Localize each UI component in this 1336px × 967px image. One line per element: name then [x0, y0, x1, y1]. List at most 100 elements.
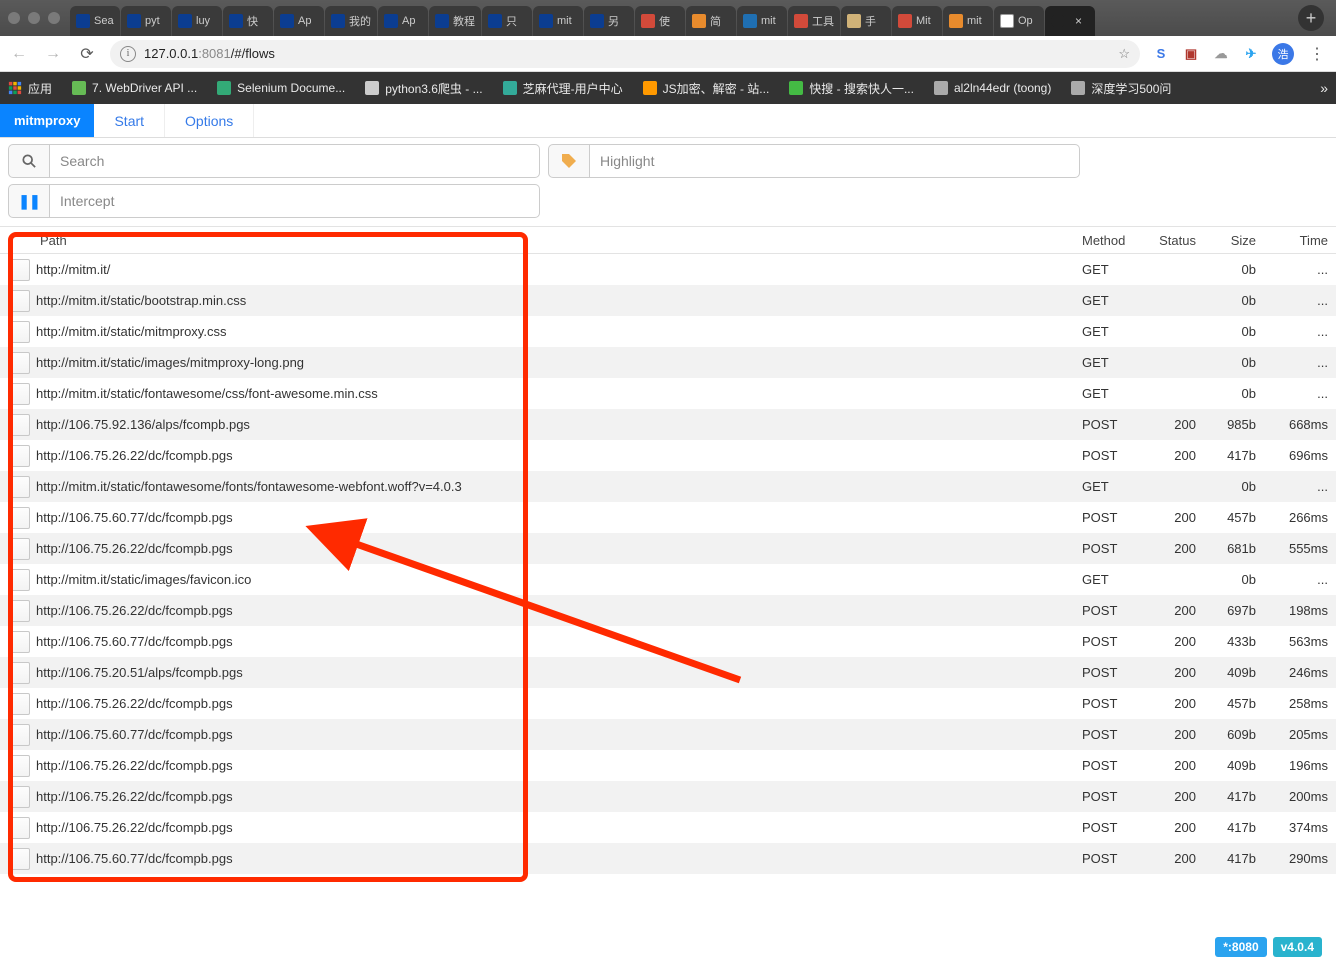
browser-tab[interactable]: 只 [482, 6, 532, 36]
version-badge: v4.0.4 [1273, 937, 1322, 957]
table-row[interactable]: http://106.75.92.136/alps/fcompb.pgsPOST… [0, 409, 1336, 440]
table-row[interactable]: http://mitm.it/static/fontawesome/css/fo… [0, 378, 1336, 409]
col-size[interactable]: Size [1204, 233, 1264, 248]
browser-tab[interactable]: mit [533, 6, 583, 36]
tab-label: 快 [247, 13, 258, 29]
browser-tab[interactable]: mit [943, 6, 993, 36]
browser-tab[interactable]: Mit [892, 6, 942, 36]
search-icon[interactable] [8, 144, 50, 178]
browser-tab[interactable]: 简 [686, 6, 736, 36]
back-button[interactable]: ← [8, 43, 30, 65]
browser-tab[interactable]: × [1045, 6, 1095, 36]
browser-tab[interactable]: 我的 [325, 6, 377, 36]
browser-tab[interactable]: 教程 [429, 6, 481, 36]
bookmark-item[interactable]: Selenium Docume... [217, 80, 345, 97]
table-row[interactable]: http://106.75.26.22/dc/fcompb.pgsPOST200… [0, 688, 1336, 719]
table-row[interactable]: http://mitm.it/static/images/mitmproxy-l… [0, 347, 1336, 378]
forward-button[interactable]: → [42, 43, 64, 65]
table-row[interactable]: http://106.75.26.22/dc/fcompb.pgsPOST200… [0, 440, 1336, 471]
table-row[interactable]: http://106.75.26.22/dc/fcompb.pgsPOST200… [0, 750, 1336, 781]
brand-label[interactable]: mitmproxy [0, 104, 94, 137]
document-icon [8, 321, 30, 343]
browser-tab[interactable]: 手 [841, 6, 891, 36]
address-bar[interactable]: i 127.0.0.1:8081/#/flows ☆ [110, 40, 1140, 68]
cell-size: 697b [1204, 603, 1264, 618]
browser-tab[interactable]: Op [994, 6, 1044, 36]
site-info-icon[interactable]: i [120, 46, 136, 62]
cell-size: 417b [1204, 789, 1264, 804]
cell-status: 200 [1146, 727, 1204, 742]
table-row[interactable]: http://106.75.26.22/dc/fcompb.pgsPOST200… [0, 533, 1336, 564]
table-row[interactable]: http://106.75.26.22/dc/fcompb.pgsPOST200… [0, 595, 1336, 626]
cell-size: 0b [1204, 355, 1264, 370]
table-row[interactable]: http://106.75.26.22/dc/fcompb.pgsPOST200… [0, 812, 1336, 843]
browser-tab[interactable]: Ap [378, 6, 428, 36]
favicon-icon [229, 14, 243, 28]
table-row[interactable]: http://106.75.60.77/dc/fcompb.pgsPOST200… [0, 626, 1336, 657]
cell-status: 200 [1146, 634, 1204, 649]
bookmark-favicon-icon [789, 81, 803, 95]
search-input[interactable] [50, 144, 540, 178]
document-icon [8, 817, 30, 839]
table-row[interactable]: http://106.75.26.22/dc/fcompb.pgsPOST200… [0, 781, 1336, 812]
new-tab-button[interactable]: + [1298, 5, 1324, 31]
tab-label: mit [557, 15, 572, 27]
profile-avatar[interactable]: 浩 [1272, 43, 1294, 65]
table-row[interactable]: http://106.75.60.77/dc/fcompb.pgsPOST200… [0, 843, 1336, 874]
table-row[interactable]: http://106.75.60.77/dc/fcompb.pgsPOST200… [0, 502, 1336, 533]
browser-tab[interactable]: 使 [635, 6, 685, 36]
extension-icon[interactable]: ▣ [1182, 45, 1200, 63]
browser-tab[interactable]: Sea [70, 6, 120, 36]
table-row[interactable]: http://106.75.20.51/alps/fcompb.pgsPOST2… [0, 657, 1336, 688]
bookmark-item[interactable]: python3.6爬虫 - ... [365, 80, 482, 97]
extension-icon[interactable]: ☁ [1212, 45, 1230, 63]
table-row[interactable]: http://mitm.it/static/images/favicon.ico… [0, 564, 1336, 595]
col-time[interactable]: Time [1264, 233, 1336, 248]
cell-time: ... [1264, 262, 1336, 277]
apps-shortcut[interactable]: 应用 [8, 80, 52, 97]
table-row[interactable]: http://106.75.60.77/dc/fcompb.pgsPOST200… [0, 719, 1336, 750]
browser-tab[interactable]: 工具 [788, 6, 840, 36]
col-status[interactable]: Status [1146, 233, 1204, 248]
browser-tab[interactable]: mit [737, 6, 787, 36]
table-row[interactable]: http://mitm.it/static/bootstrap.min.cssG… [0, 285, 1336, 316]
cell-size: 417b [1204, 820, 1264, 835]
pause-icon[interactable]: ❚❚ [8, 184, 50, 218]
reload-button[interactable]: ⟳ [76, 43, 98, 65]
table-row[interactable]: http://mitm.it/GET0b... [0, 254, 1336, 285]
cell-size: 0b [1204, 479, 1264, 494]
tag-icon[interactable] [548, 144, 590, 178]
bookmark-item[interactable]: JS加密、解密 - 站... [643, 80, 770, 97]
browser-menu-icon[interactable]: ⋮ [1306, 43, 1328, 65]
bookmark-item[interactable]: 芝麻代理-用户中心 [503, 80, 623, 97]
minimize-window-icon[interactable] [28, 12, 40, 24]
extension-icon[interactable]: ✈ [1242, 45, 1260, 63]
tab-label: Op [1018, 15, 1033, 27]
bookmark-item[interactable]: 深度学习500问 [1071, 80, 1171, 97]
bookmark-item[interactable]: 7. WebDriver API ... [72, 80, 197, 97]
close-icon[interactable]: × [1075, 14, 1082, 28]
bookmarks-overflow-icon[interactable]: » [1320, 80, 1328, 96]
table-row[interactable]: http://mitm.it/static/fontawesome/fonts/… [0, 471, 1336, 502]
tab-options[interactable]: Options [165, 104, 254, 137]
col-method[interactable]: Method [1074, 233, 1146, 248]
intercept-input[interactable] [50, 184, 540, 218]
bookmark-star-icon[interactable]: ☆ [1118, 46, 1130, 62]
extension-icon[interactable]: S [1152, 45, 1170, 63]
close-window-icon[interactable] [8, 12, 20, 24]
cell-path: http://106.75.60.77/dc/fcompb.pgs [36, 510, 1074, 525]
browser-tab[interactable]: pyt [121, 6, 171, 36]
cell-status: 200 [1146, 541, 1204, 556]
bookmark-item[interactable]: 快搜 - 搜索快人一... [789, 80, 914, 97]
browser-tab[interactable]: 快 [223, 6, 273, 36]
cell-size: 433b [1204, 634, 1264, 649]
tab-start[interactable]: Start [94, 104, 165, 137]
zoom-window-icon[interactable] [48, 12, 60, 24]
highlight-input[interactable] [590, 144, 1080, 178]
table-row[interactable]: http://mitm.it/static/mitmproxy.cssGET0b… [0, 316, 1336, 347]
bookmark-item[interactable]: al2ln44edr (toong) [934, 80, 1051, 97]
browser-tab[interactable]: 另 [584, 6, 634, 36]
browser-tab[interactable]: Ap [274, 6, 324, 36]
col-path[interactable]: Path [8, 233, 1074, 248]
browser-tab[interactable]: luy [172, 6, 222, 36]
